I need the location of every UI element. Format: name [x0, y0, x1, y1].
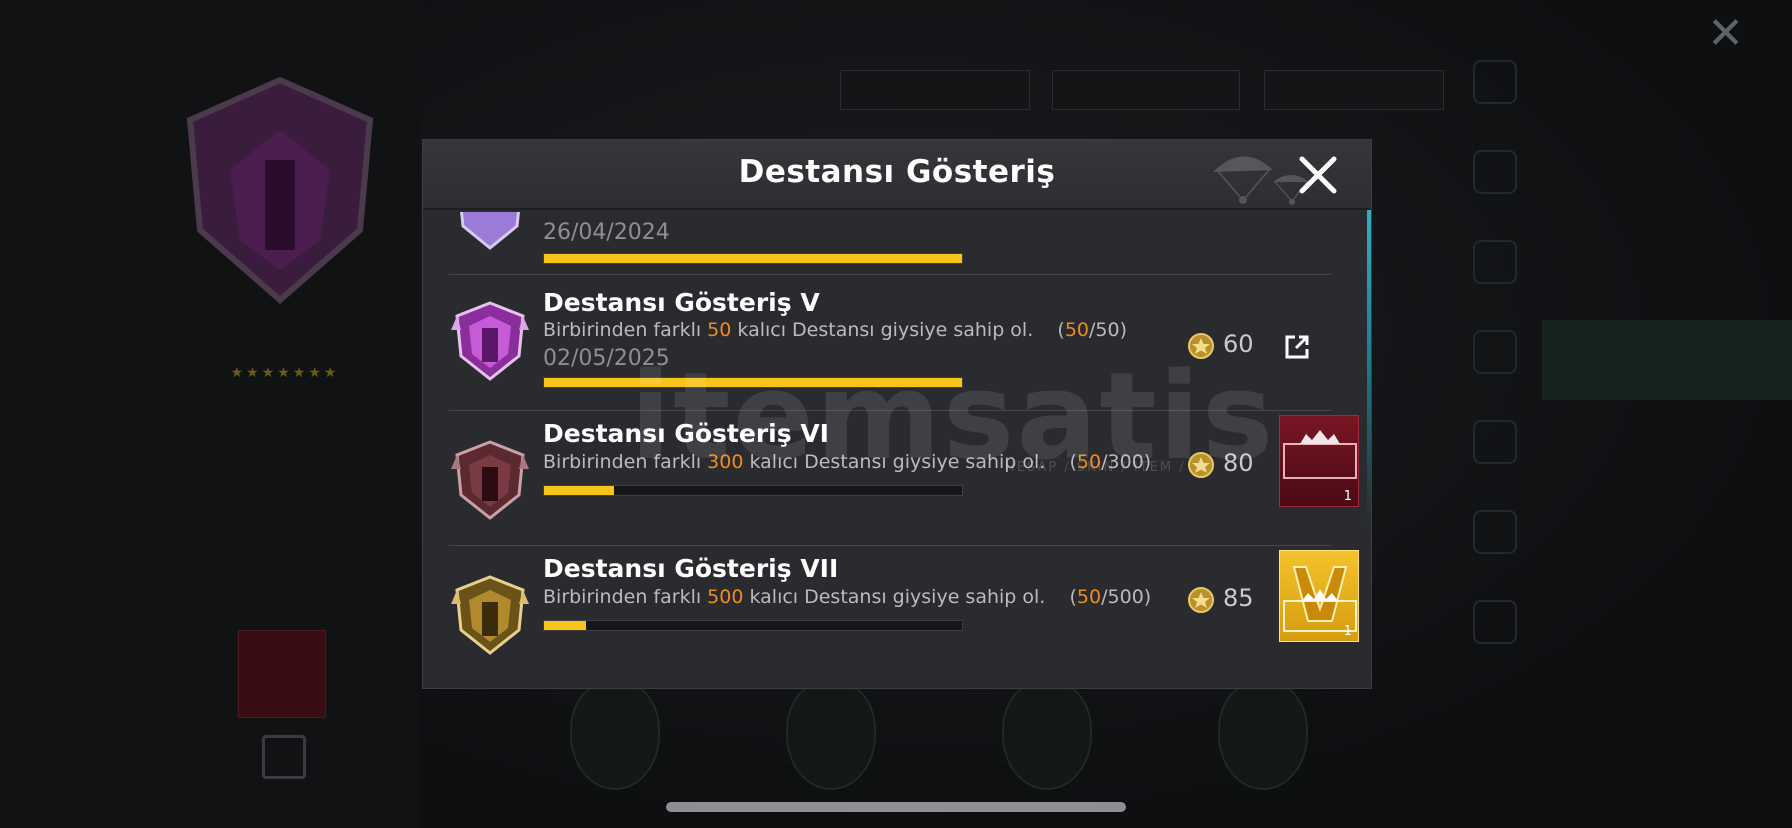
achievement-description: Birbirinden farklı 300 kalıcı Destansı g…	[543, 451, 1152, 473]
points-coin-icon	[1188, 333, 1214, 359]
progress-bar-fill	[544, 254, 962, 263]
achievement-badge-icon	[460, 212, 520, 250]
achievement-title: Destansı Gösteriş VI	[543, 419, 829, 448]
points-coin-icon	[1188, 452, 1214, 478]
close-icon[interactable]	[1297, 154, 1339, 196]
points-value: 80	[1223, 449, 1254, 477]
progress-bar	[543, 485, 963, 496]
background-stars: ★★★★★★★	[230, 365, 340, 381]
background-filter-2	[1052, 70, 1240, 110]
background-badge-slot	[786, 680, 876, 790]
background-badge-slot	[1002, 680, 1092, 790]
progress-bar	[543, 253, 963, 264]
background-achievement-badge-icon	[186, 76, 374, 304]
background-close-icon: ✕	[1707, 8, 1744, 59]
background-filter-1	[840, 70, 1030, 110]
achievement-list[interactable]: 26/04/2024 Destansı Gösteriş V Birbirind…	[423, 212, 1371, 688]
achievement-title: Destansı Gösteriş VII	[543, 554, 839, 583]
points-value: 85	[1223, 584, 1254, 612]
points	[1187, 212, 1267, 214]
achievement-description: Birbirinden farklı 50 kalıcı Destansı gi…	[543, 319, 1128, 341]
achievement-badge-icon	[451, 440, 529, 520]
completion-date: 02/05/2025	[543, 346, 670, 371]
points-value: 60	[1223, 330, 1254, 358]
points: 85	[1187, 584, 1267, 618]
progress-bar	[543, 377, 963, 388]
reward-count: 1	[1343, 489, 1352, 504]
achievement-badge-icon	[451, 301, 529, 381]
background-badge-slot	[1218, 680, 1308, 790]
achievement-modal: 26/04/2024 Destansı Gösteriş V Birbirind…	[422, 139, 1372, 689]
reward-count: 1	[1343, 624, 1352, 639]
points: 80	[1187, 449, 1267, 483]
modal-header: Destansı Gösteriş	[423, 140, 1371, 210]
background-filter-3	[1264, 70, 1444, 110]
home-indicator[interactable]	[666, 802, 1126, 812]
background-reward-box	[238, 630, 326, 718]
list-item: Destansı Gösteriş VII Birbirinden farklı…	[449, 546, 1359, 681]
progress-bar-fill	[544, 486, 614, 495]
reward-item[interactable]: 1	[1279, 550, 1359, 642]
reward-item[interactable]: 1	[1279, 415, 1359, 507]
points: 60	[1187, 330, 1267, 364]
background-sidebar	[1542, 80, 1792, 828]
list-item: 26/04/2024	[449, 212, 1331, 275]
background-badge-slot	[570, 680, 660, 790]
completion-date: 26/04/2024	[543, 220, 670, 245]
progress-bar	[543, 620, 963, 631]
list-item: Destansı Gösteriş VI Birbirinden farklı …	[449, 411, 1359, 546]
achievement-title: Destansı Gösteriş V	[543, 288, 820, 317]
background-icon-column	[1455, 60, 1535, 690]
progress-bar-fill	[544, 378, 962, 387]
list-item: Destansı Gösteriş V Birbirinden farklı 5…	[449, 276, 1331, 411]
achievement-description: Birbirinden farklı 500 kalıcı Destansı g…	[543, 586, 1152, 608]
points-coin-icon	[1188, 587, 1214, 613]
share-icon[interactable]	[1283, 333, 1311, 361]
progress-bar-fill	[544, 621, 586, 630]
background-share-icon	[262, 735, 306, 779]
achievement-badge-icon	[451, 575, 529, 655]
